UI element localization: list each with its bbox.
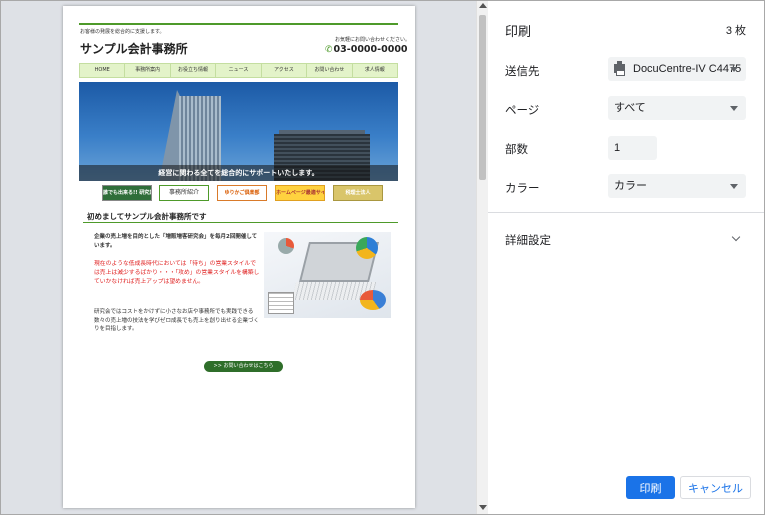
photo-calculator — [268, 292, 294, 314]
photo-pie-chart-bottom — [360, 290, 386, 310]
nav-item-info: お役立ち情報 — [171, 64, 217, 77]
hero-image: 経営に関わる全てを総合的にサポートいたします。 — [79, 82, 398, 181]
chevron-down-icon — [730, 106, 738, 111]
color-label: カラー — [505, 183, 540, 195]
laptop-photo — [264, 232, 391, 318]
print-dialog: お客様の発展を総合的に支援します。 サンプル会計事務所 お気軽にお問い合わせくだ… — [0, 0, 765, 515]
print-button[interactable]: 印刷 — [626, 476, 675, 499]
pages-select[interactable]: すべて — [608, 96, 746, 120]
destination-select[interactable]: DocuCentre-IV C4475 — [608, 57, 746, 81]
pages-label: ページ — [505, 105, 540, 117]
preview-page: お客様の発展を総合的に支援します。 サンプル会計事務所 お気軽にお問い合わせくだ… — [63, 6, 415, 508]
nav-item-access: アクセス — [262, 64, 308, 77]
pages-value: すべて — [614, 102, 646, 114]
sheet-count: 3 枚 — [725, 25, 746, 37]
banner-office-intro: 事務所紹介 — [159, 185, 209, 201]
preview-contact-button: >> お問い合わせはこちら — [204, 361, 283, 372]
highlight-paragraph: 現在のような低成長時代においては「待ち」の営業スタイルでは売上は減少するばかり・… — [94, 261, 260, 285]
print-settings-panel: 印刷 3 枚 送信先 DocuCentre-IV C4475 ページ すべて 部… — [488, 1, 764, 514]
phone-text: 03-0000-0000 — [333, 44, 408, 55]
nav-item-office: 事務所案内 — [125, 64, 171, 77]
hero-caption: 経営に関わる全てを総合的にサポートいたします。 — [158, 169, 319, 177]
detail-paragraph: 研究会ではコストをかけずに小さなお店や事務所でも実践できる数々の売上増の技法を学… — [94, 309, 260, 332]
phone-number: ✆03-0000-0000 — [325, 44, 408, 55]
site-title: サンプル会計事務所 — [80, 42, 188, 56]
chevron-down-icon — [730, 67, 738, 72]
scroll-thumb[interactable] — [479, 15, 486, 180]
section-title: 初めましてサンプル会計事務所です — [87, 212, 207, 221]
cancel-button[interactable]: キャンセル — [680, 476, 751, 499]
intro-paragraph: 企業の売上増を目的とした「増販増客研究会」を毎月2回開催しています。 — [94, 234, 258, 249]
color-value: カラー — [614, 180, 647, 192]
nav-item-home: HOME — [80, 64, 126, 77]
chevron-down-icon — [730, 184, 738, 189]
banner-homepage: ホームページ最適サイト 極めし — [275, 185, 325, 201]
nav-item-contact: お問い合わせ — [307, 64, 353, 77]
site-top-rule — [79, 23, 398, 25]
photo-pie-chart-top — [356, 237, 378, 259]
site-tagline: お客様の発展を総合的に支援します。 — [80, 29, 165, 35]
contact-note: お気軽にお問い合わせください。 — [335, 37, 411, 43]
destination-value: DocuCentre-IV C4475 — [633, 63, 742, 75]
copies-label: 部数 — [505, 144, 528, 156]
color-select[interactable]: カラー — [608, 174, 746, 198]
dialog-title: 印刷 — [505, 24, 532, 39]
destination-label: 送信先 — [505, 66, 540, 78]
copies-input[interactable]: 1 — [608, 136, 657, 160]
print-preview-area: お客様の発展を総合的に支援します。 サンプル会計事務所 お気軽にお問い合わせくだ… — [1, 1, 476, 514]
banner-yurikago: ゆりかご倶楽部 — [217, 185, 267, 201]
site-nav: HOME 事務所案内 お役立ち情報 ニュース アクセス お問い合わせ 求人情報 — [79, 63, 398, 78]
printer-icon — [614, 60, 625, 76]
scroll-up-arrow-icon[interactable] — [479, 3, 487, 8]
photo-pie-chart-small — [278, 238, 294, 254]
banner-tax-firm: 税理士法人 — [333, 185, 383, 201]
more-settings-toggle[interactable]: 詳細設定 — [505, 232, 551, 248]
nav-item-recruit: 求人情報 — [364, 67, 385, 73]
nav-item-news: ニュース — [216, 64, 262, 77]
settings-divider — [488, 212, 764, 213]
banner-seminar: 誰でも出来る!! 研究業務集客講座 — [102, 185, 152, 201]
phone-icon: ✆ — [325, 45, 333, 55]
scroll-down-arrow-icon[interactable] — [479, 505, 487, 510]
section-rule — [83, 222, 398, 223]
expand-chevron-icon[interactable] — [731, 232, 741, 242]
preview-scrollbar[interactable] — [476, 1, 488, 514]
